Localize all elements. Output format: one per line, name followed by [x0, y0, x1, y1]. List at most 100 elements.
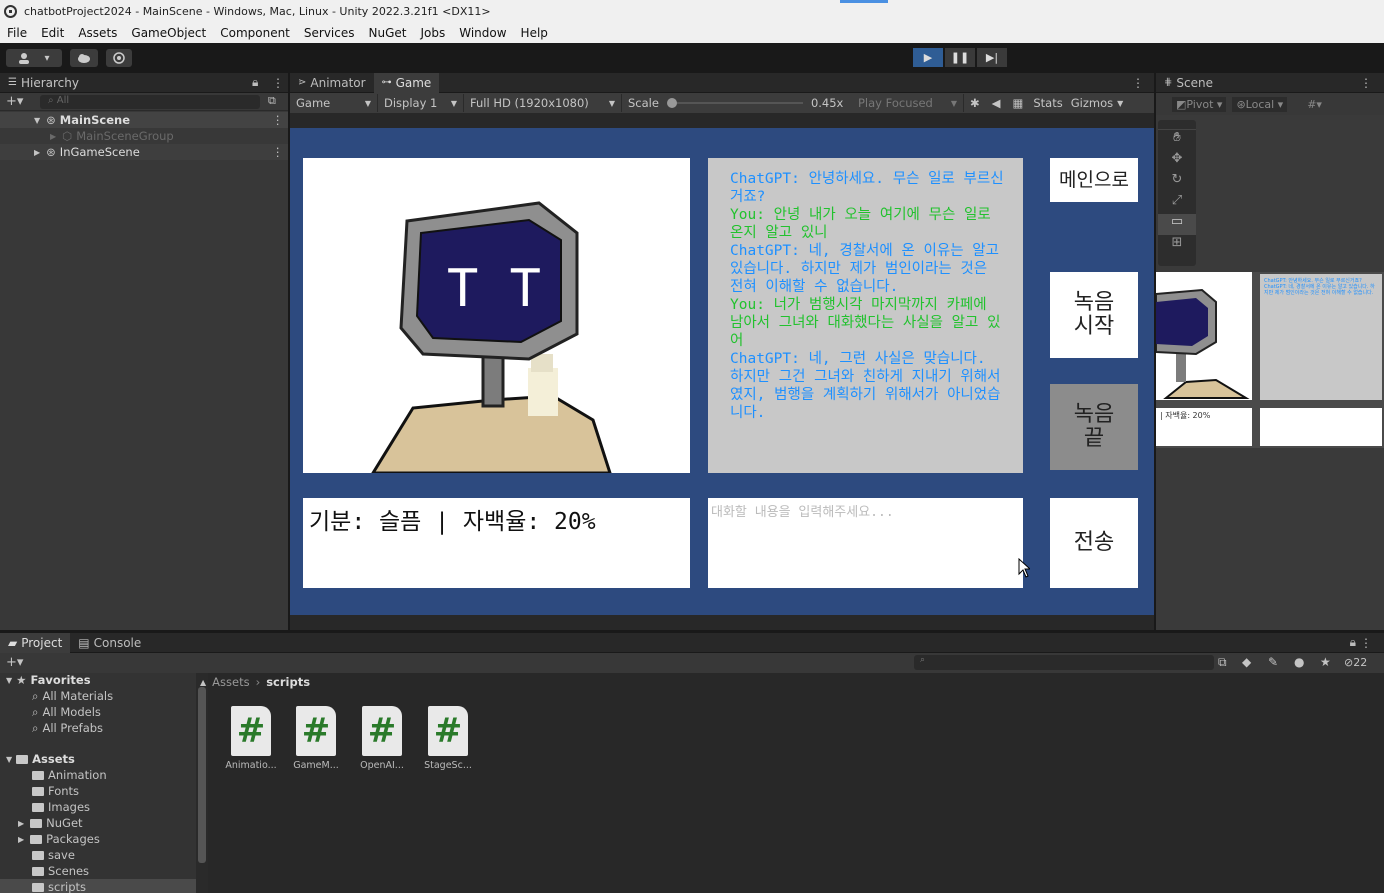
menu-component[interactable]: Component — [220, 26, 290, 40]
lock-icon[interactable]: 🔒︎ — [252, 75, 258, 90]
rect-tool-icon[interactable]: ▭ — [1158, 214, 1196, 235]
expand-arrow-icon[interactable]: ▼ — [34, 116, 40, 125]
breadcrumb-scripts[interactable]: scripts — [266, 675, 310, 689]
assets-header[interactable]: ▼ Assets — [6, 751, 75, 767]
play-button[interactable]: ▶ — [913, 48, 943, 67]
record-start-button[interactable]: 녹음 시작 — [1050, 272, 1138, 358]
scale-thumb[interactable] — [666, 98, 677, 108]
tab-project[interactable]: ▰ Project — [0, 632, 71, 653]
add-icon[interactable]: +▾ — [6, 94, 23, 109]
folder-item[interactable]: Animation — [32, 767, 107, 783]
menu-help[interactable]: Help — [521, 26, 548, 40]
collapse-arrow-icon[interactable]: ▶ — [50, 132, 56, 141]
grid-snap-icon[interactable]: #▾ — [1307, 98, 1322, 111]
project-search-input[interactable]: ⌕ — [914, 655, 1214, 670]
account-button[interactable]: ▾ — [6, 49, 62, 67]
favorite-item[interactable]: ⌕ All Prefabs — [32, 720, 103, 736]
more-icon[interactable]: ⋮ — [272, 145, 284, 159]
step-button[interactable]: ▶| — [977, 48, 1007, 67]
rotate-tool-icon[interactable]: ↻ — [1158, 172, 1196, 193]
stats-button[interactable]: Stats — [1033, 96, 1062, 110]
menu-file[interactable]: File — [7, 26, 27, 40]
main-menu-button[interactable]: 메인으로 — [1050, 158, 1138, 202]
menu-nuget[interactable]: NuGet — [369, 26, 407, 40]
folder-item[interactable]: ▶ NuGet — [18, 815, 83, 831]
hidden-count-badge[interactable]: ⊘22 — [1344, 656, 1367, 669]
more-icon[interactable]: ⋮ — [272, 76, 284, 90]
tab-hierarchy[interactable]: ☰ Hierarchy — [0, 73, 87, 93]
hierarchy-item-ingamescene[interactable]: ▶ ⊛ InGameScene ⋮ — [0, 144, 288, 160]
tools-handle[interactable] — [1158, 120, 1196, 130]
menu-jobs[interactable]: Jobs — [420, 26, 445, 40]
tree-scrollbar[interactable] — [196, 673, 208, 893]
collab-button[interactable] — [106, 49, 132, 67]
collapse-arrow-icon[interactable]: ▶ — [18, 819, 24, 828]
scale-track[interactable] — [666, 98, 803, 108]
hierarchy-item-mainscene[interactable]: ▼ ⊛ MainScene ⋮ — [0, 112, 288, 128]
menu-edit[interactable]: Edit — [41, 26, 64, 40]
script-asset[interactable]: # GameM... — [290, 706, 342, 771]
star-icon[interactable]: ★ — [1320, 655, 1331, 669]
filter-icon[interactable]: ⧉ — [268, 94, 276, 108]
folder-item[interactable]: save — [32, 847, 75, 863]
tab-animator[interactable]: ⋗ Animator — [290, 73, 374, 93]
script-asset[interactable]: # OpenAI... — [356, 706, 408, 771]
menu-assets[interactable]: Assets — [78, 26, 117, 40]
chevron-down-icon[interactable]: ▼ — [1117, 99, 1123, 108]
breadcrumb-assets[interactable]: Assets — [212, 675, 249, 689]
filter-label-icon[interactable]: ◆ — [1242, 655, 1251, 669]
game-view-dropdown[interactable]: Game ▼ — [290, 94, 378, 112]
info-icon[interactable]: ● — [1294, 655, 1304, 669]
cloud-button[interactable] — [70, 49, 98, 67]
resolution-dropdown[interactable]: Full HD (1920x1080) ▼ — [464, 94, 622, 112]
transform-tool-icon[interactable]: ⊞ — [1158, 235, 1196, 256]
display-dropdown[interactable]: Display 1 ▼ — [378, 94, 464, 112]
folder-item[interactable]: Fonts — [32, 783, 79, 799]
favorites-header[interactable]: ▼ ★ Favorites — [6, 672, 91, 688]
expand-arrow-icon[interactable]: ▼ — [6, 755, 12, 764]
filter-type-icon[interactable]: ⧉ — [1218, 655, 1227, 670]
mute-audio-icon[interactable]: ◀︎ — [992, 96, 1001, 110]
pause-button[interactable]: ❚❚ — [945, 48, 975, 67]
scene-viewport[interactable]: ChatGPT: 안녕하세요. 무슨 일로 부르신거죠? ChatGPT: 네,… — [1156, 272, 1384, 448]
folder-item[interactable]: Images — [32, 799, 90, 815]
move-tool-icon[interactable]: ✥ — [1158, 151, 1196, 172]
favorite-item[interactable]: ⌕ All Materials — [32, 688, 113, 704]
shortcut-icon[interactable]: ▦ — [1013, 96, 1024, 110]
scale-tool-icon[interactable]: ⤢ — [1158, 193, 1196, 214]
favorite-item[interactable]: ⌕ All Models — [32, 704, 101, 720]
tab-game[interactable]: ⊶ Game — [373, 72, 440, 93]
record-end-button[interactable]: 녹음 끝 — [1050, 384, 1138, 470]
more-icon[interactable]: ⋮ — [1132, 76, 1144, 90]
hierarchy-search-input[interactable]: ⌕ All — [40, 95, 260, 109]
folder-item[interactable]: Scenes — [32, 863, 89, 879]
script-asset[interactable]: # Animatio... — [225, 706, 277, 771]
tag-icon[interactable]: ✎ — [1268, 655, 1278, 669]
local-dropdown[interactable]: ⊛Local ▾ — [1232, 96, 1288, 112]
more-icon[interactable]: ⋮ — [272, 113, 284, 127]
add-icon[interactable]: +▾ — [6, 655, 23, 670]
folder-item[interactable]: ▶ Packages — [18, 831, 100, 847]
send-button[interactable]: 전송 — [1050, 498, 1138, 588]
gizmos-button[interactable]: Gizmos — [1071, 96, 1113, 110]
expand-arrow-icon[interactable]: ▼ — [6, 676, 12, 685]
pivot-dropdown[interactable]: ◩Pivot ▾ — [1172, 96, 1227, 112]
collapse-arrow-icon[interactable]: ▶ — [34, 148, 40, 157]
hand-tool-icon[interactable]: ✋︎ — [1158, 130, 1196, 151]
hierarchy-item-mainscenegroup[interactable]: ▶ ⬡ MainSceneGroup — [0, 128, 288, 144]
scale-slider[interactable]: Scale 0.45x — [622, 94, 852, 112]
play-focused-dropdown[interactable]: Play Focused ▼ — [852, 94, 964, 112]
menu-services[interactable]: Services — [304, 26, 355, 40]
script-asset[interactable]: # StageSc... — [422, 706, 474, 771]
more-icon[interactable]: ⋮ — [1360, 76, 1372, 90]
collapse-arrow-icon[interactable]: ▶ — [18, 835, 24, 844]
chat-input[interactable]: 대화할 내용을 입력해주세요... — [708, 498, 1023, 588]
tree-scrollbar-thumb[interactable] — [198, 687, 206, 863]
tab-scene[interactable]: ⋕ Scene — [1156, 73, 1221, 93]
bug-icon[interactable]: ✱ — [970, 96, 980, 110]
more-icon[interactable]: ⋮ — [1360, 636, 1372, 650]
tab-console[interactable]: ▤ Console — [70, 633, 149, 653]
folder-item-selected[interactable]: scripts — [0, 879, 196, 893]
menu-gameobject[interactable]: GameObject — [131, 26, 206, 40]
menu-window[interactable]: Window — [459, 26, 506, 40]
